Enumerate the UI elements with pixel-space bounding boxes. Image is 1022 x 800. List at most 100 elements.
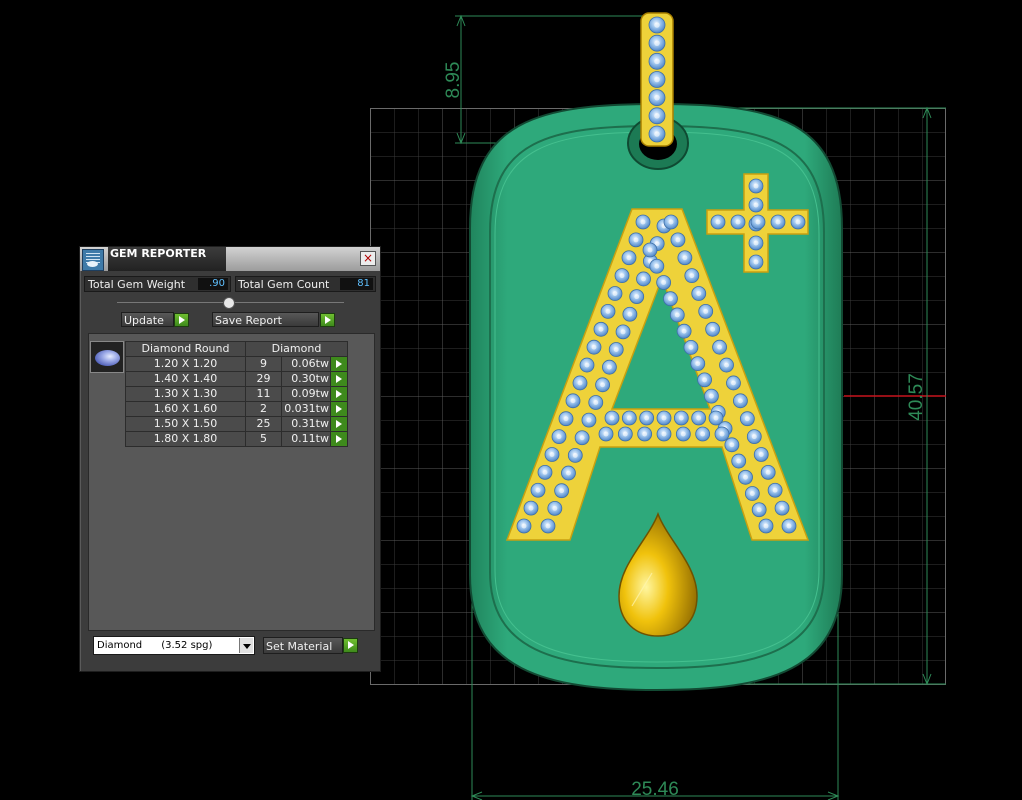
pave-diamond-sparkle	[765, 469, 771, 475]
pave-diamond-sparkle	[719, 431, 725, 437]
save-report-button[interactable]: Save Report	[212, 312, 319, 327]
pave-diamond-sparkle	[736, 458, 742, 464]
dimension-right-label: 40.57	[906, 373, 927, 421]
pave-diamond-sparkle	[753, 183, 759, 189]
pave-diamond-sparkle	[702, 377, 708, 383]
pave-diamond-sparkle	[606, 364, 612, 370]
pave-diamond-sparkle	[661, 280, 667, 285]
pave-diamond-sparkle	[521, 523, 527, 529]
gem-weight: 0.031tw	[281, 401, 331, 417]
play-arrow-icon[interactable]	[330, 356, 348, 372]
pave-diamond-sparkle	[654, 76, 660, 83]
update-label: Update	[124, 314, 164, 327]
pave-diamond-sparkle	[668, 219, 674, 225]
pave-diamond-sparkle	[626, 415, 632, 421]
pendant-bail[interactable]	[640, 12, 674, 147]
pave-diamond-sparkle	[737, 398, 743, 404]
gem-weight: 0.09tw	[281, 386, 331, 402]
set-material-label: Set Material	[266, 640, 333, 653]
pave-diamond-sparkle	[795, 219, 801, 225]
gem-count: 9	[245, 356, 282, 372]
pave-diamond-sparkle	[600, 382, 606, 388]
pave-diamond-sparkle	[622, 431, 628, 437]
play-arrow-icon[interactable]	[330, 416, 348, 432]
pave-diamond-sparkle	[680, 431, 686, 437]
pave-diamond-sparkle	[695, 361, 701, 367]
pave-diamond-sparkle	[763, 523, 769, 529]
pave-diamond-sparkle	[717, 344, 723, 350]
pave-diamond-sparkle	[647, 247, 653, 253]
pave-diamond-sparkle	[603, 431, 609, 437]
pave-diamond-sparkle	[528, 505, 534, 511]
pave-diamond-sparkle	[735, 219, 741, 225]
play-arrow-icon[interactable]	[330, 401, 348, 417]
set-material-play-icon[interactable]	[343, 638, 358, 653]
gem-weight: 0.06tw	[281, 356, 331, 372]
panel-title: GEM REPORTER	[108, 247, 226, 271]
header-cut: Diamond Round	[125, 341, 246, 357]
round-diamond-icon[interactable]	[90, 341, 124, 373]
set-material-button[interactable]: Set Material	[263, 637, 343, 654]
pave-diamond-sparkle	[641, 276, 646, 282]
pave-diamond-sparkle	[640, 219, 646, 225]
play-arrow-icon[interactable]	[330, 431, 348, 447]
table-row[interactable]: 1.50 X 1.50 25 0.31tw	[125, 416, 348, 432]
pave-diamond-sparkle	[626, 255, 632, 261]
play-arrow-icon[interactable]	[330, 371, 348, 387]
gem-count: 11	[245, 386, 282, 402]
pave-diamond-sparkle	[584, 362, 590, 368]
pave-diamond-sparkle	[681, 328, 687, 334]
pave-diamond-sparkle	[542, 469, 548, 475]
update-button[interactable]: Update	[121, 312, 174, 327]
material-bar: Diamond (3.52 spg) Set Material	[88, 631, 373, 665]
header-material: Diamond	[245, 341, 348, 357]
pave-diamond-sparkle	[620, 329, 626, 335]
gem-weight: 0.31tw	[281, 416, 331, 432]
pave-diamond-sparkle	[559, 488, 565, 494]
pave-diamond-sparkle	[675, 237, 681, 243]
pave-diamond-sparkle	[591, 344, 597, 350]
pave-diamond-sparkle	[654, 40, 660, 46]
pave-diamond-sparkle	[756, 507, 762, 513]
gem-count: 29	[245, 371, 282, 387]
pave-diamond-sparkle	[654, 22, 660, 28]
pave-diamond-sparkle	[689, 273, 695, 279]
play-arrow-icon[interactable]	[330, 386, 348, 402]
pave-diamond-sparkle	[570, 398, 576, 404]
dropdown-arrow-icon[interactable]	[239, 638, 253, 653]
pave-diamond-sparkle	[786, 523, 792, 529]
update-play-icon[interactable]	[174, 313, 189, 327]
panel-titlebar[interactable]: GEM REPORTER ×	[80, 247, 380, 271]
total-count-value: 81	[340, 278, 373, 290]
pave-diamond-sparkle	[755, 219, 761, 225]
gem-weight: 0.30tw	[281, 371, 331, 387]
save-report-play-icon[interactable]	[320, 313, 335, 327]
pave-diamond-sparkle	[688, 344, 694, 350]
pave-diamond-sparkle	[696, 415, 702, 421]
dimension-bottom-label: 25.46	[631, 779, 679, 800]
material-select[interactable]: Diamond (3.52 spg)	[93, 636, 255, 655]
pave-diamond-sparkle	[579, 435, 585, 441]
gem-count: 5	[245, 431, 282, 447]
pave-diamond-sparkle	[642, 431, 648, 437]
pave-diamond-sparkle	[593, 400, 599, 405]
pave-diamond-sparkle	[758, 452, 764, 457]
pave-diamond-sparkle	[586, 417, 592, 423]
pave-diamond-sparkle	[751, 434, 757, 440]
panel-slider-knob[interactable]	[223, 297, 235, 309]
pave-diamond-sparkle	[678, 415, 684, 421]
pave-diamond-sparkle	[700, 431, 706, 437]
table-row[interactable]: 1.80 X 1.80 5 0.11tw	[125, 431, 348, 447]
table-row[interactable]: 1.40 X 1.40 29 0.30tw	[125, 371, 348, 387]
close-icon[interactable]: ×	[360, 251, 376, 266]
table-row[interactable]: 1.60 X 1.60 2 0.031tw	[125, 401, 348, 417]
pave-diamond-sparkle	[661, 431, 667, 437]
gem-size: 1.80 X 1.80	[125, 431, 246, 447]
pave-diamond-sparkle	[775, 219, 781, 225]
total-count-label: Total Gem Count	[238, 278, 330, 291]
table-row[interactable]: 1.20 X 1.20 9 0.06tw	[125, 356, 348, 372]
pave-diamond-sparkle	[753, 202, 759, 208]
pave-diamond-sparkle	[772, 487, 778, 493]
pave-diamond-sparkle	[552, 505, 558, 511]
table-row[interactable]: 1.30 X 1.30 11 0.09tw	[125, 386, 348, 402]
